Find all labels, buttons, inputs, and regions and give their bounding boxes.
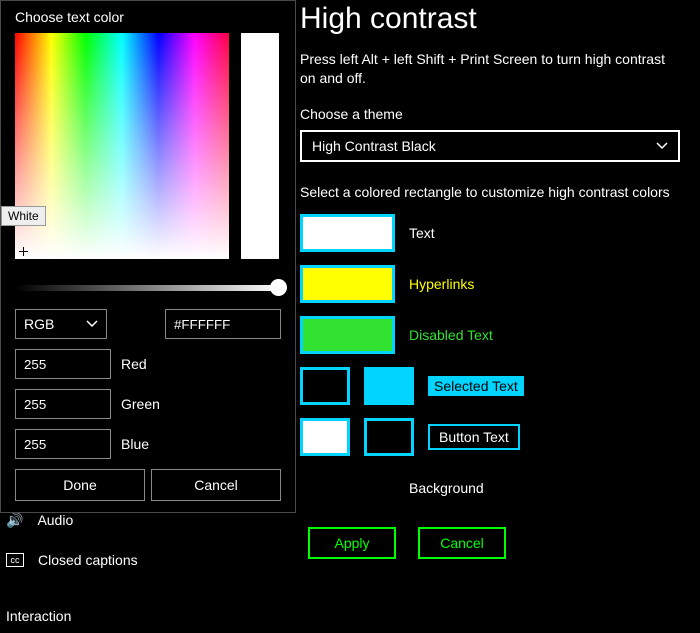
- text-color-swatch[interactable]: [300, 214, 395, 252]
- gradient-cursor-icon: [19, 247, 29, 257]
- red-input[interactable]: [15, 349, 111, 379]
- saturation-gradient[interactable]: [15, 33, 229, 259]
- sidebar-section-interaction: Interaction: [0, 608, 170, 624]
- disabled-text-color-label: Disabled Text: [409, 327, 493, 343]
- disabled-text-color-swatch[interactable]: [300, 316, 395, 354]
- settings-sidebar: 🔊 Audio cc Closed captions Interaction: [0, 500, 170, 624]
- sidebar-item-closed-captions[interactable]: cc Closed captions: [0, 540, 170, 580]
- green-input[interactable]: [15, 389, 111, 419]
- shortcut-description: Press left Alt + left Shift + Print Scre…: [300, 50, 700, 88]
- red-label: Red: [121, 356, 147, 372]
- selected-text-bg-swatch[interactable]: [364, 367, 414, 405]
- cc-icon: cc: [6, 553, 24, 567]
- hyperlink-color-swatch[interactable]: [300, 265, 395, 303]
- button-text-fg-swatch[interactable]: [300, 418, 350, 456]
- picker-cancel-button[interactable]: Cancel: [151, 469, 281, 501]
- sidebar-cc-label: Closed captions: [38, 552, 138, 568]
- value-slider[interactable]: [15, 285, 281, 291]
- theme-dropdown[interactable]: High Contrast Black: [300, 130, 680, 162]
- select-rectangle-label: Select a colored rectangle to customize …: [300, 184, 700, 200]
- color-mode-value: RGB: [24, 316, 54, 332]
- speaker-icon: 🔊: [6, 512, 23, 529]
- page-title: High contrast: [300, 2, 700, 36]
- selected-text-fg-swatch[interactable]: [300, 367, 350, 405]
- choose-theme-label: Choose a theme: [300, 106, 700, 122]
- background-color-swatch[interactable]: [300, 469, 395, 507]
- hex-input[interactable]: [165, 309, 281, 339]
- color-preview: [241, 33, 279, 259]
- theme-value: High Contrast Black: [312, 138, 436, 154]
- text-color-label: Text: [409, 225, 435, 241]
- color-picker-dialog: Choose text color White RGB Red Green Bl…: [0, 0, 296, 513]
- done-button[interactable]: Done: [15, 469, 145, 501]
- blue-label: Blue: [121, 436, 149, 452]
- apply-button[interactable]: Apply: [308, 527, 396, 559]
- background-color-label: Background: [409, 480, 484, 496]
- green-label: Green: [121, 396, 160, 412]
- color-mode-dropdown[interactable]: RGB: [15, 309, 107, 339]
- chevron-down-icon: [86, 318, 98, 330]
- button-text-bg-swatch[interactable]: [364, 418, 414, 456]
- selected-text-label: Selected Text: [428, 376, 524, 396]
- hyperlink-color-label: Hyperlinks: [409, 276, 474, 292]
- button-text-label: Button Text: [428, 424, 520, 450]
- slider-thumb-icon: [270, 279, 287, 296]
- picker-title: Choose text color: [15, 9, 281, 25]
- cancel-button[interactable]: Cancel: [418, 527, 506, 559]
- color-name-tooltip: White: [1, 206, 46, 226]
- sidebar-audio-label: Audio: [37, 512, 73, 528]
- blue-input[interactable]: [15, 429, 111, 459]
- chevron-down-icon: [656, 140, 668, 152]
